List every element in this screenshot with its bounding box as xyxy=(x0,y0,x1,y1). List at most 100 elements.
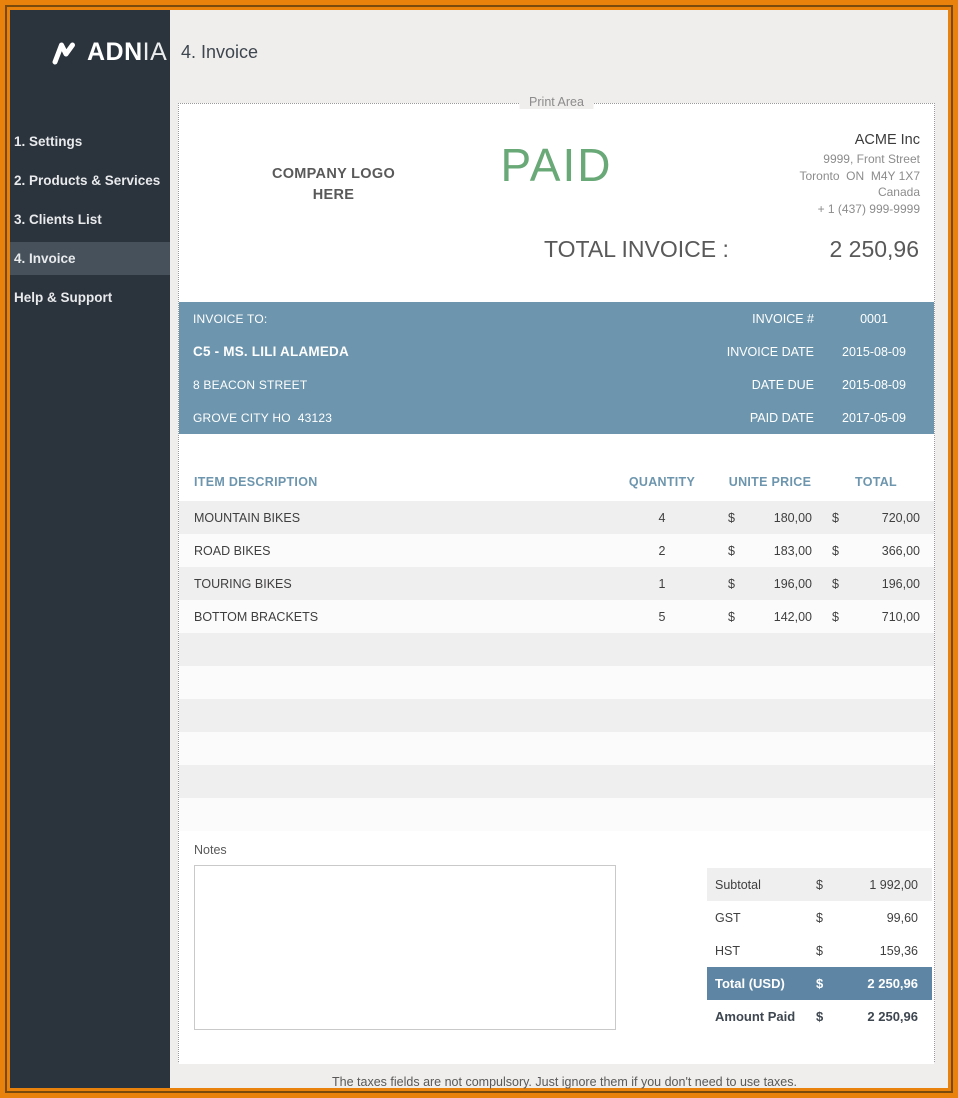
invoice-meta-label: INVOICE # xyxy=(674,312,814,326)
invoice-band-row: C5 - MS. LILI ALAMEDA INVOICE DATE 2015-… xyxy=(179,335,934,368)
bill-to-line[interactable]: 8 BEACON STREET xyxy=(193,378,674,392)
bill-to-line[interactable]: GROVE CITY HO 43123 xyxy=(193,411,674,425)
totals-row-label: GST xyxy=(715,911,816,925)
unit-price-value: 180,00 xyxy=(774,511,812,525)
item-row-empty[interactable] xyxy=(179,765,934,798)
unit-price-value: 183,00 xyxy=(774,544,812,558)
currency-symbol: $ xyxy=(832,577,839,591)
total-value: 720,00 xyxy=(882,511,920,525)
totals-row: Amount Paid $ 2 250,96 xyxy=(707,1000,932,1033)
total-value: 366,00 xyxy=(882,544,920,558)
item-description-cell[interactable]: BOTTOM BRACKETS xyxy=(179,610,622,624)
totals-row: GST $ 99,60 xyxy=(707,901,932,934)
item-description-cell[interactable]: MOUNTAIN BIKES xyxy=(179,511,622,525)
sidebar: ADNIA 1. Settings 2. Products & Services 3… xyxy=(10,10,170,1088)
item-row[interactable]: MOUNTAIN BIKES 4 $ 180,00 $ 720,00 xyxy=(179,501,934,534)
totals-row-label: Subtotal xyxy=(715,878,816,892)
item-description-cell[interactable]: ROAD BIKES xyxy=(179,544,622,558)
sidebar-menu-item[interactable]: Help & Support xyxy=(10,281,170,314)
item-row[interactable]: ROAD BIKES 2 $ 183,00 $ 366,00 xyxy=(179,534,934,567)
item-total-cell[interactable]: $ 366,00 xyxy=(832,544,920,558)
paid-stamp: PAID xyxy=(501,138,613,192)
totals-row-label: Amount Paid xyxy=(715,1009,816,1024)
currency-symbol: $ xyxy=(816,976,828,991)
app-frame: ADNIA 1. Settings 2. Products & Services 3… xyxy=(5,5,953,1093)
sidebar-menu-item[interactable]: 3. Clients List xyxy=(10,203,170,236)
invoice-meta-label: INVOICE DATE xyxy=(674,345,814,359)
invoice-band-row: GROVE CITY HO 43123 PAID DATE 2017-05-09 xyxy=(179,401,934,434)
item-quantity-cell[interactable]: 1 xyxy=(622,577,702,591)
item-total-cell[interactable]: $ 196,00 xyxy=(832,577,920,591)
footer-wrapper: The taxes fields are not compulsory. Jus… xyxy=(178,1069,935,1089)
item-row[interactable]: TOURING BIKES 1 $ 196,00 $ 196,00 xyxy=(179,567,934,600)
items-table-header: ITEM DESCRIPTION QUANTITY UNITE PRICE TO… xyxy=(179,463,934,501)
item-row-empty[interactable] xyxy=(179,633,934,666)
item-quantity-cell[interactable]: 2 xyxy=(622,544,702,558)
column-header-quantity: QUANTITY xyxy=(622,475,702,489)
currency-symbol: $ xyxy=(832,610,839,624)
company-address-block: ACME Inc 9999, Front StreetToronto ON M4… xyxy=(799,132,920,217)
invoice-sheet: COMPANY LOGO HERE PAID ACME Inc 9999, Fr… xyxy=(178,103,935,1062)
invoice-meta-value[interactable]: 2015-08-09 xyxy=(814,378,934,392)
sidebar-menu-item[interactable]: 1. Settings xyxy=(10,125,170,158)
invoice-meta-label: PAID DATE xyxy=(674,411,814,425)
company-address-line: + 1 (437) 999-9999 xyxy=(799,201,920,218)
currency-symbol: $ xyxy=(728,511,735,525)
currency-symbol: $ xyxy=(816,911,828,925)
print-area-label: Print Area xyxy=(519,95,594,109)
item-quantity-cell[interactable]: 4 xyxy=(622,511,702,525)
company-logo-placeholder[interactable]: COMPANY LOGO HERE xyxy=(251,164,416,206)
company-name[interactable]: ACME Inc xyxy=(799,132,920,148)
bill-to-line[interactable]: INVOICE TO: xyxy=(193,312,674,326)
invoice-meta-value[interactable]: 0001 xyxy=(814,312,934,326)
totals-row-value[interactable]: 1 992,00 xyxy=(828,878,918,892)
brand-name-secondary: IA xyxy=(143,38,168,66)
items-table-body: MOUNTAIN BIKES 4 $ 180,00 $ 720,00 ROAD … xyxy=(179,501,934,831)
page-title: 4. Invoice xyxy=(170,10,948,63)
invoice-top-section: COMPANY LOGO HERE PAID ACME Inc 9999, Fr… xyxy=(179,104,934,302)
totals-row-value[interactable]: 99,60 xyxy=(828,911,918,925)
company-address-line: Toronto ON M4Y 1X7 xyxy=(799,168,920,185)
notes-input[interactable] xyxy=(194,865,616,1030)
total-value: 196,00 xyxy=(882,577,920,591)
invoice-header-band: INVOICE TO: INVOICE # 0001 C5 - MS. LILI… xyxy=(179,302,934,434)
totals-row-value[interactable]: 2 250,96 xyxy=(828,1009,918,1024)
item-row[interactable]: BOTTOM BRACKETS 5 $ 142,00 $ 710,00 xyxy=(179,600,934,633)
item-total-cell[interactable]: $ 710,00 xyxy=(832,610,920,624)
item-row-empty[interactable] xyxy=(179,798,934,831)
totals-row-value[interactable]: 2 250,96 xyxy=(828,976,918,991)
item-unit-price-cell[interactable]: $ 196,00 xyxy=(728,577,812,591)
item-unit-price-cell[interactable]: $ 142,00 xyxy=(728,610,812,624)
column-header-unit-price: UNITE PRICE xyxy=(728,475,812,489)
invoice-meta-label: DATE DUE xyxy=(674,378,814,392)
invoice-meta-value[interactable]: 2015-08-09 xyxy=(814,345,934,359)
sidebar-menu-item[interactable]: 2. Products & Services xyxy=(10,164,170,197)
item-total-cell[interactable]: $ 720,00 xyxy=(832,511,920,525)
item-unit-price-cell[interactable]: $ 180,00 xyxy=(728,511,812,525)
sidebar-menu-item[interactable]: 4. Invoice xyxy=(10,242,170,275)
brand-name: ADNIA xyxy=(87,38,167,67)
company-address-line: Canada xyxy=(799,184,920,201)
total-invoice-value: 2 250,96 xyxy=(829,236,919,263)
totals-block: Subtotal $ 1 992,00 GST $ 99,60 HST $ 15… xyxy=(707,868,932,1033)
invoice-band-row: INVOICE TO: INVOICE # 0001 xyxy=(179,302,934,335)
item-row-empty[interactable] xyxy=(179,732,934,765)
item-row-empty[interactable] xyxy=(179,699,934,732)
totals-row: Subtotal $ 1 992,00 xyxy=(707,868,932,901)
item-unit-price-cell[interactable]: $ 183,00 xyxy=(728,544,812,558)
print-area-wrapper: Print Area COMPANY LOGO HERE PAID ACME I… xyxy=(178,103,935,1062)
item-description-cell[interactable]: TOURING BIKES xyxy=(179,577,622,591)
item-row-empty[interactable] xyxy=(179,666,934,699)
currency-symbol: $ xyxy=(728,544,735,558)
totals-row-value[interactable]: 159,36 xyxy=(828,944,918,958)
currency-symbol: $ xyxy=(816,944,828,958)
totals-row-label: HST xyxy=(715,944,816,958)
bill-to-line[interactable]: C5 - MS. LILI ALAMEDA xyxy=(193,344,674,359)
invoice-meta-value[interactable]: 2017-05-09 xyxy=(814,411,934,425)
company-address-line: 9999, Front Street xyxy=(799,151,920,168)
column-header-total: TOTAL xyxy=(832,475,920,489)
total-invoice-line: TOTAL INVOICE : 2 250,96 xyxy=(179,236,919,263)
item-quantity-cell[interactable]: 5 xyxy=(622,610,702,624)
notes-label: Notes xyxy=(194,843,227,857)
unit-price-value: 142,00 xyxy=(774,610,812,624)
